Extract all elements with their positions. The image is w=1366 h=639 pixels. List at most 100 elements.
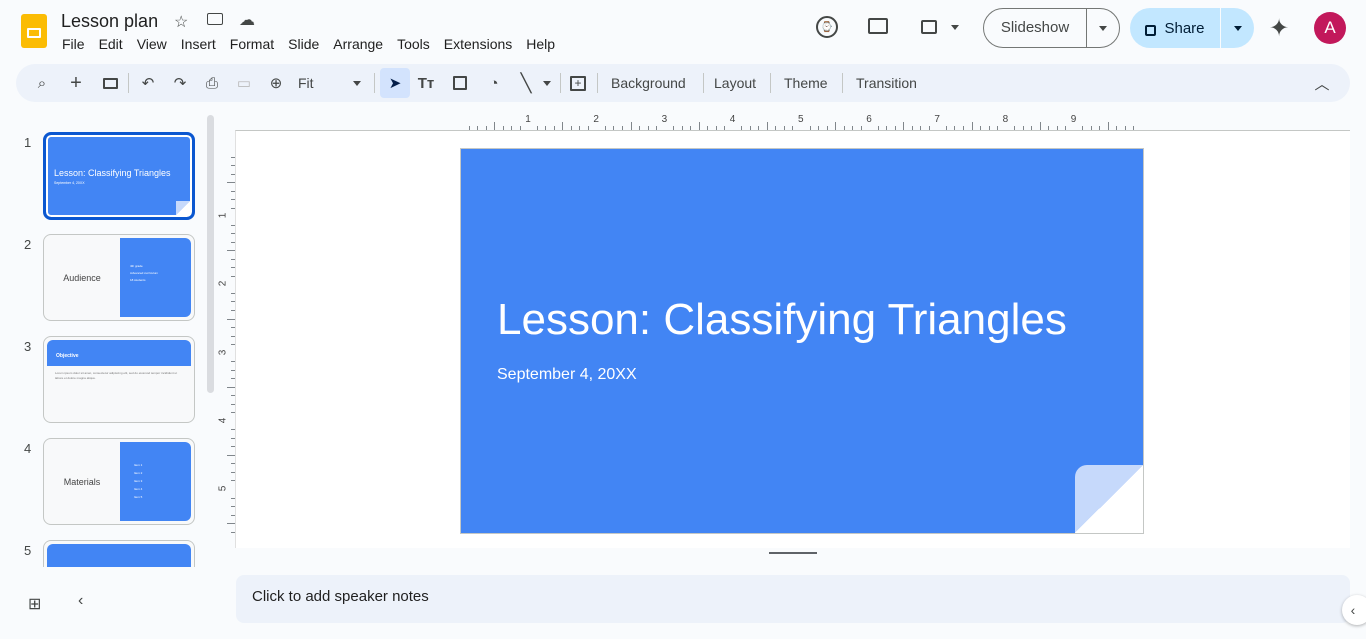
ruler-tick bbox=[988, 126, 990, 130]
ruler-label: 4 bbox=[729, 114, 736, 125]
thumb-bullet: Item 1 bbox=[134, 463, 143, 467]
slide-thumbnail-2[interactable]: Audience 4th grade Advanced curriculum 1… bbox=[43, 234, 195, 321]
menu-help[interactable]: Help bbox=[526, 36, 555, 52]
ruler-label: 8 bbox=[1002, 114, 1009, 125]
menu-arrange[interactable]: Arrange bbox=[333, 36, 383, 52]
ruler-label: 3 bbox=[661, 114, 668, 125]
zoom-icon[interactable]: ⊕ bbox=[264, 71, 288, 95]
vertical-ruler[interactable]: 1 2 3 4 5 bbox=[217, 148, 235, 534]
ruler-tick bbox=[945, 126, 947, 130]
menu-extensions[interactable]: Extensions bbox=[444, 36, 512, 52]
ruler-tick bbox=[809, 126, 811, 130]
ruler-tick bbox=[231, 275, 235, 277]
slide-thumbnail-4[interactable]: Materials Item 1 Item 2 Item 3 Item 4 It… bbox=[43, 438, 195, 525]
meet-dropdown-icon[interactable] bbox=[951, 25, 959, 34]
ruler-tick bbox=[511, 126, 513, 130]
ruler-tick bbox=[621, 126, 623, 130]
slide-number: 4 bbox=[24, 441, 32, 456]
collapse-filmstrip-icon[interactable]: ‹ bbox=[78, 592, 83, 610]
menu-file[interactable]: File bbox=[62, 36, 85, 52]
ruler-tick bbox=[1022, 126, 1024, 130]
ruler-tick bbox=[231, 403, 235, 405]
thumb-bullet: Item 4 bbox=[134, 487, 143, 491]
thumb-body: Lorem ipsum dolor sit amet, consectetur … bbox=[55, 371, 178, 380]
ruler-label: 6 bbox=[866, 114, 872, 125]
lock-icon bbox=[1145, 24, 1157, 36]
line-icon[interactable]: ╲ bbox=[514, 71, 538, 95]
slide-canvas[interactable]: Lesson: Classifying Triangles September … bbox=[460, 148, 1144, 534]
ruler-tick bbox=[886, 126, 888, 130]
slide-thumbnail-5[interactable] bbox=[43, 540, 195, 567]
comment-add-icon[interactable]: + bbox=[566, 71, 590, 95]
document-title[interactable]: Lesson plan bbox=[61, 11, 158, 32]
ruler-tick bbox=[227, 250, 235, 252]
shape-icon[interactable]: ◔ bbox=[482, 71, 506, 95]
image-icon[interactable] bbox=[448, 71, 472, 95]
transition-button[interactable]: Transition bbox=[856, 75, 917, 91]
ruler-tick bbox=[860, 126, 862, 130]
print-icon[interactable]: ⎙ bbox=[200, 71, 224, 95]
star-icon[interactable]: ☆ bbox=[174, 12, 188, 32]
ruler-tick bbox=[570, 126, 572, 130]
slide-thumbnail-3[interactable]: Objective Lorem ipsum dolor sit amet, co… bbox=[43, 336, 195, 423]
ruler-label: 1 bbox=[217, 212, 229, 219]
ruler-tick bbox=[579, 126, 581, 130]
search-menus-icon[interactable]: ⌕ bbox=[30, 71, 54, 95]
ruler-tick bbox=[656, 126, 658, 130]
notes-resize-handle[interactable] bbox=[769, 552, 817, 554]
slideshow-dropdown[interactable] bbox=[1087, 9, 1119, 47]
ruler-label: 5 bbox=[798, 114, 804, 125]
ruler-tick bbox=[852, 126, 854, 130]
filmstrip-scrollbar[interactable] bbox=[207, 115, 214, 393]
new-slide-icon[interactable]: + bbox=[64, 71, 88, 95]
menu-insert[interactable]: Insert bbox=[181, 36, 216, 52]
share-button[interactable]: Share bbox=[1130, 8, 1221, 48]
share-dropdown[interactable] bbox=[1221, 8, 1254, 48]
slide-title[interactable]: Lesson: Classifying Triangles bbox=[497, 295, 1067, 345]
ruler-tick bbox=[231, 224, 235, 226]
comments-icon[interactable] bbox=[868, 18, 888, 34]
menu-slide[interactable]: Slide bbox=[288, 36, 319, 52]
paint-format-icon[interactable]: ▭ bbox=[232, 71, 256, 95]
zoom-dropdown-icon[interactable] bbox=[353, 81, 361, 90]
slideshow-button[interactable]: Slideshow bbox=[984, 9, 1087, 47]
move-folder-icon[interactable] bbox=[207, 13, 223, 25]
ruler-tick bbox=[587, 126, 589, 130]
zoom-select[interactable]: Fit bbox=[298, 75, 314, 91]
slides-logo[interactable] bbox=[21, 14, 47, 48]
ruler-tick bbox=[1116, 126, 1118, 130]
slide-thumbnail-1[interactable]: Lesson: Classifying Triangles September … bbox=[43, 132, 195, 220]
ruler-tick bbox=[519, 126, 521, 130]
avatar[interactable]: A bbox=[1314, 12, 1346, 44]
slide-subtitle[interactable]: September 4, 20XX bbox=[497, 366, 637, 384]
meet-icon[interactable] bbox=[921, 20, 937, 34]
ruler-tick bbox=[231, 267, 235, 269]
cloud-saved-icon[interactable]: ☁ bbox=[239, 10, 255, 30]
ruler-label: 4 bbox=[217, 417, 229, 424]
version-history-icon[interactable]: ⌚ bbox=[816, 16, 838, 38]
collapse-toolbar-icon[interactable]: ︿ bbox=[1310, 71, 1334, 95]
grid-view-icon[interactable]: ⊞ bbox=[28, 594, 41, 614]
menu-view[interactable]: View bbox=[137, 36, 167, 52]
menu-edit[interactable]: Edit bbox=[99, 36, 123, 52]
text-box-icon[interactable]: Tт bbox=[414, 71, 438, 95]
background-button[interactable]: Background bbox=[611, 75, 686, 91]
side-panel-toggle[interactable]: ‹ bbox=[1342, 595, 1366, 625]
horizontal-ruler[interactable]: 1 2 3 4 5 6 7 8 9 bbox=[460, 114, 1144, 130]
theme-button[interactable]: Theme bbox=[784, 75, 828, 91]
menu-format[interactable]: Format bbox=[230, 36, 274, 52]
select-tool-icon[interactable]: ➤ bbox=[380, 68, 410, 98]
speaker-notes[interactable]: Click to add speaker notes bbox=[236, 575, 1350, 623]
redo-icon[interactable]: ↷ bbox=[168, 71, 192, 95]
layout-button[interactable]: Layout bbox=[714, 75, 756, 91]
slide-layout-icon[interactable] bbox=[98, 71, 122, 95]
menu-tools[interactable]: Tools bbox=[397, 36, 430, 52]
ruler-tick bbox=[231, 531, 235, 533]
ruler-tick bbox=[231, 378, 235, 380]
ruler-tick bbox=[231, 463, 235, 465]
thumb-subtitle: September 4, 20XX bbox=[54, 181, 85, 185]
line-dropdown-icon[interactable] bbox=[543, 81, 551, 90]
undo-icon[interactable]: ↶ bbox=[136, 71, 160, 95]
ruler-tick bbox=[231, 327, 235, 329]
gemini-sparkle-icon[interactable]: ✦ bbox=[1269, 14, 1289, 43]
